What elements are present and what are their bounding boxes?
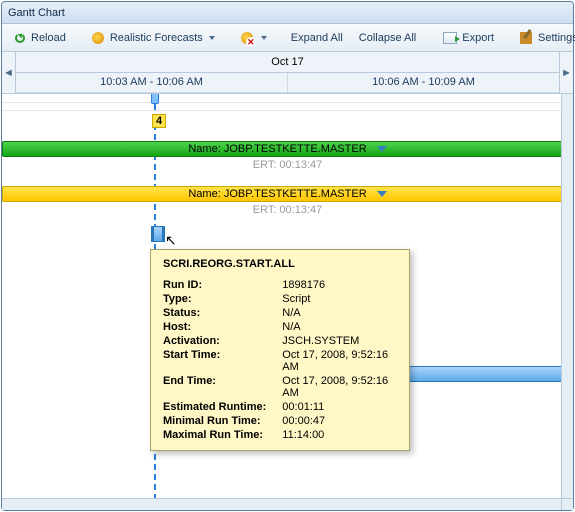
tooltip-row: Activation:JSCH.SYSTEM <box>163 334 397 348</box>
clear-icon <box>241 32 253 44</box>
forecasts-button[interactable]: Realistic Forecasts <box>83 26 222 50</box>
time-range-2: 10:06 AM - 10:09 AM <box>288 73 559 93</box>
collapse-label: Collapse All <box>359 32 416 44</box>
bar-label: Name: JOBP.TESTKETTE.MASTER <box>188 188 366 200</box>
window-title: Gantt Chart <box>8 7 65 19</box>
expand-label: Expand All <box>291 32 343 44</box>
gantt-chart-area[interactable]: 4 Name: JOBP.TESTKETTE.MASTER ERT: 00:13… <box>2 94 573 510</box>
time-range-1: 10:03 AM - 10:06 AM <box>16 73 288 93</box>
tooltip-row: Maximal Run Time:11:14:00 <box>163 428 397 442</box>
gantt-task-bar[interactable] <box>152 226 164 242</box>
tooltip-row: Run ID:1898176 <box>163 278 397 292</box>
forecasts-label: Realistic Forecasts <box>110 32 203 44</box>
settings-icon <box>520 32 532 44</box>
mouse-cursor-icon: ↖ <box>165 232 177 249</box>
chevron-down-icon <box>377 191 387 197</box>
time-handle[interactable] <box>151 94 159 104</box>
row-divider <box>2 102 573 103</box>
gantt-bar-master-yellow[interactable]: Name: JOBP.TESTKETTE.MASTER <box>2 186 573 202</box>
ert-label: ERT: 00:13:47 <box>253 204 323 216</box>
tooltip-title: SCRI.REORG.START.ALL <box>163 258 397 270</box>
clear-button[interactable] <box>232 26 274 50</box>
tooltip-row: Minimal Run Time:00:00:47 <box>163 414 397 428</box>
settings-button[interactable]: Settings <box>511 26 575 50</box>
forecast-icon <box>92 32 104 44</box>
expand-all-button[interactable]: Expand All <box>284 28 350 48</box>
task-tooltip: SCRI.REORG.START.ALL Run ID:1898176 Type… <box>150 249 410 451</box>
reload-button[interactable]: Reload <box>6 27 73 49</box>
tooltip-row: Estimated Runtime:00:01:11 <box>163 400 397 414</box>
collapse-all-button[interactable]: Collapse All <box>352 28 423 48</box>
ert-label: ERT: 00:13:47 <box>253 159 323 171</box>
reload-label: Reload <box>31 32 66 44</box>
horizontal-scrollbar[interactable] <box>2 498 561 510</box>
timeline-day: Oct 17 <box>271 56 303 68</box>
tooltip-row: Type:Script <box>163 292 397 306</box>
gantt-window: Gantt Chart Reload Realistic Forecasts E… <box>1 1 574 511</box>
titlebar: Gantt Chart <box>2 2 573 24</box>
export-button[interactable]: Export <box>435 26 501 50</box>
reload-icon <box>15 33 25 43</box>
toolbar: Reload Realistic Forecasts Expand All Co… <box>2 24 573 52</box>
gantt-task-bar-long[interactable] <box>382 366 573 382</box>
timeline-hour-row: 10:03 AM - 10:06 AM 10:06 AM - 10:09 AM <box>16 73 559 94</box>
export-icon <box>443 32 457 44</box>
tooltip-row: Host:N/A <box>163 320 397 334</box>
chevron-down-icon <box>209 36 215 40</box>
scroll-right-button[interactable]: ► <box>559 52 573 93</box>
settings-label: Settings <box>538 32 575 44</box>
row-divider <box>2 110 573 111</box>
tooltip-table: Run ID:1898176 Type:Script Status:N/A Ho… <box>163 278 397 442</box>
count-badge: 4 <box>152 114 166 128</box>
timeline-header: ◄ Oct 17 10:03 AM - 10:06 AM 10:06 AM - … <box>2 52 573 94</box>
tooltip-row: Status:N/A <box>163 306 397 320</box>
vertical-scrollbar[interactable] <box>561 94 573 498</box>
scrollbar-corner <box>561 498 573 510</box>
chevron-down-icon <box>377 146 387 152</box>
scroll-left-button[interactable]: ◄ <box>2 52 16 93</box>
timeline-day-row: Oct 17 <box>16 52 559 73</box>
gantt-bar-master-green[interactable]: Name: JOBP.TESTKETTE.MASTER <box>2 141 573 157</box>
export-label: Export <box>462 32 494 44</box>
tooltip-row: End Time:Oct 17, 2008, 9:52:16 AM <box>163 374 397 400</box>
chevron-down-icon <box>261 36 267 40</box>
tooltip-row: Start Time:Oct 17, 2008, 9:52:16 AM <box>163 348 397 374</box>
bar-label: Name: JOBP.TESTKETTE.MASTER <box>188 143 366 155</box>
timeline-scale: Oct 17 10:03 AM - 10:06 AM 10:06 AM - 10… <box>16 52 559 93</box>
